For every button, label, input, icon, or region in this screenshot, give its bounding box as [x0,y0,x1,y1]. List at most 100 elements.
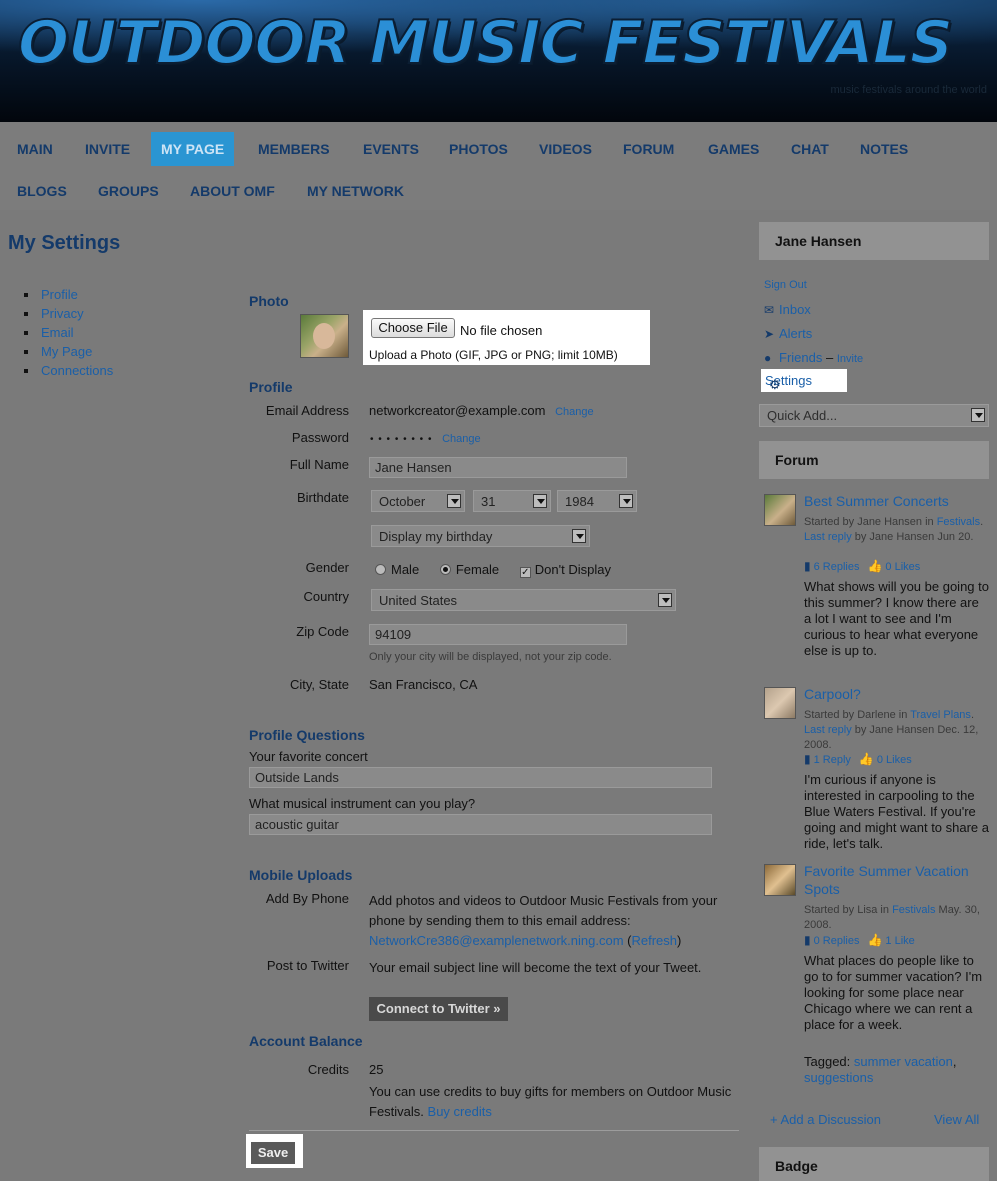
add-discussion-link[interactable]: + Add a Discussion [770,1112,881,1127]
refresh-link[interactable]: Refresh [632,933,678,948]
question-2-input[interactable]: acoustic guitar [249,814,712,835]
settings-nav-email[interactable]: Email [41,325,74,340]
dont-display-checkbox[interactable]: ✓ [519,567,531,578]
nav-games[interactable]: GAMES [708,141,759,157]
nav-about[interactable]: ABOUT OMF [190,183,275,199]
post-title-link[interactable]: Favorite Summer Vacation Spots [804,862,989,898]
question-1-input[interactable]: Outside Lands [249,767,712,788]
settings-nav-profile[interactable]: Profile [41,287,78,302]
alerts-item[interactable]: ➤ Alerts [764,326,812,341]
inbox-item[interactable]: ✉ Inbox [764,302,811,317]
post-excerpt: What places do people like to go to for … [804,953,983,1032]
post-category-link[interactable]: Festivals [937,516,980,528]
likes-link[interactable]: 0 Likes [877,754,912,766]
post-tags: Tagged: summer vacation, suggestions [804,1054,957,1085]
nav-my-network[interactable]: MY NETWORK [307,183,404,199]
credits-value: 25 [369,1062,384,1077]
add-by-phone-text: Add photos and videos to Outdoor Music F… [369,891,741,951]
birth-day-select[interactable]: 31 [473,490,551,512]
birth-year-select[interactable]: 1984 [557,490,637,512]
post-counts: ▮ 6 Replies 👍 0 Likes [804,559,920,573]
sign-out-link[interactable]: Sign Out [764,279,807,291]
refresh-paren-close: ) [677,933,682,948]
quick-add-select[interactable]: Quick Add... [759,404,989,427]
nav-forum[interactable]: FORUM [623,141,674,157]
choose-file-button[interactable]: Choose File [371,318,455,338]
nav-events[interactable]: EVENTS [363,141,419,157]
view-all-link[interactable]: View All [934,1112,979,1127]
last-reply-link[interactable]: Last reply [804,531,852,543]
email-value: networkcreator@example.com [369,403,546,418]
comment-icon: ▮ [804,559,811,573]
post-counts: ▮ 1 Reply 👍 0 Likes [804,752,912,766]
comment-icon: ▮ [804,752,811,766]
tag-link[interactable]: summer vacation [854,1054,953,1069]
settings-nav-my-page[interactable]: My Page [41,344,92,359]
settings-nav-item[interactable]: Privacy [24,305,113,324]
nav-my-page[interactable]: MY PAGE [151,132,235,166]
nav-videos[interactable]: VIDEOS [539,141,592,157]
likes-link[interactable]: 0 Likes [885,561,920,573]
settings-nav-item[interactable]: My Page [24,343,113,362]
form-divider [249,1130,739,1131]
chevron-down-icon [971,408,985,422]
site-title[interactable]: OUTDOOR MUSIC FESTIVALS [17,7,954,79]
nav-main[interactable]: MAIN [17,141,53,157]
nav-chat[interactable]: CHAT [791,141,829,157]
inbox-link[interactable]: Inbox [779,302,811,317]
birth-month-value: October [379,494,426,509]
nav-blogs[interactable]: BLOGS [17,183,67,199]
dont-display-option[interactable]: ✓ Don't Display [519,562,611,578]
post-category-link[interactable]: Festivals [892,904,935,916]
profile-avatar [300,314,349,358]
likes-link[interactable]: 1 Like [885,935,914,947]
post-meta-separator: . [970,709,974,721]
phone-upload-email-link[interactable]: NetworkCre386@examplenetwork.ning.com [369,933,624,948]
site-tagline: music festivals around the world [830,84,987,96]
settings-nav-item[interactable]: Connections [24,362,113,381]
male-radio[interactable] [375,564,386,575]
fullname-input[interactable]: Jane Hansen [369,457,627,478]
gender-male-option[interactable]: Male [375,562,419,577]
female-radio[interactable] [439,564,451,575]
birth-month-select[interactable]: October [371,490,465,512]
settings-item[interactable]: ⚙ Settings [765,373,812,392]
country-value: United States [379,593,458,608]
post-title-link[interactable]: Carpool? [804,685,989,703]
birthday-display-select[interactable]: Display my birthday [371,525,590,547]
nav-photos[interactable]: PHOTOS [449,141,508,157]
post-meta-separator: . [980,516,984,528]
settings-nav-connections[interactable]: Connections [41,363,113,378]
twitter-text: Your email subject line will become the … [369,960,702,975]
nav-members[interactable]: MEMBERS [258,141,330,157]
thumbs-up-icon: 👍 [867,933,883,947]
nav-groups[interactable]: GROUPS [98,183,159,199]
last-reply-link[interactable]: Last reply [804,724,852,736]
post-avatar [764,494,796,526]
gender-female-option[interactable]: Female [439,562,499,577]
post-category-link[interactable]: Travel Plans [910,709,971,721]
settings-nav-privacy[interactable]: Privacy [41,306,84,321]
friends-separator: – [822,350,837,365]
question-2-label: What musical instrument can you play? [249,796,476,811]
settings-nav-item[interactable]: Email [24,324,113,343]
tag-link[interactable]: suggestions [804,1070,873,1085]
connect-twitter-button[interactable]: Connect to Twitter » [369,997,508,1021]
buy-credits-link[interactable]: Buy credits [428,1104,492,1119]
save-button[interactable]: Save [251,1142,295,1164]
post-title-link[interactable]: Best Summer Concerts [804,492,989,510]
change-password-link[interactable]: Change [442,433,481,445]
alerts-link[interactable]: Alerts [779,326,812,341]
invite-link[interactable]: Invite [837,353,863,365]
change-email-link[interactable]: Change [555,406,594,418]
replies-link[interactable]: 6 Replies [814,561,860,573]
password-row: • • • • • • • • Change [370,430,481,445]
settings-nav-item[interactable]: Profile [24,286,113,305]
nav-notes[interactable]: NOTES [860,141,908,157]
replies-link[interactable]: 0 Replies [814,935,860,947]
friends-link[interactable]: Friends [779,350,822,365]
replies-link[interactable]: 1 Reply [814,754,851,766]
nav-invite[interactable]: INVITE [85,141,130,157]
zip-input[interactable]: 94109 [369,624,627,645]
country-select[interactable]: United States [371,589,676,611]
